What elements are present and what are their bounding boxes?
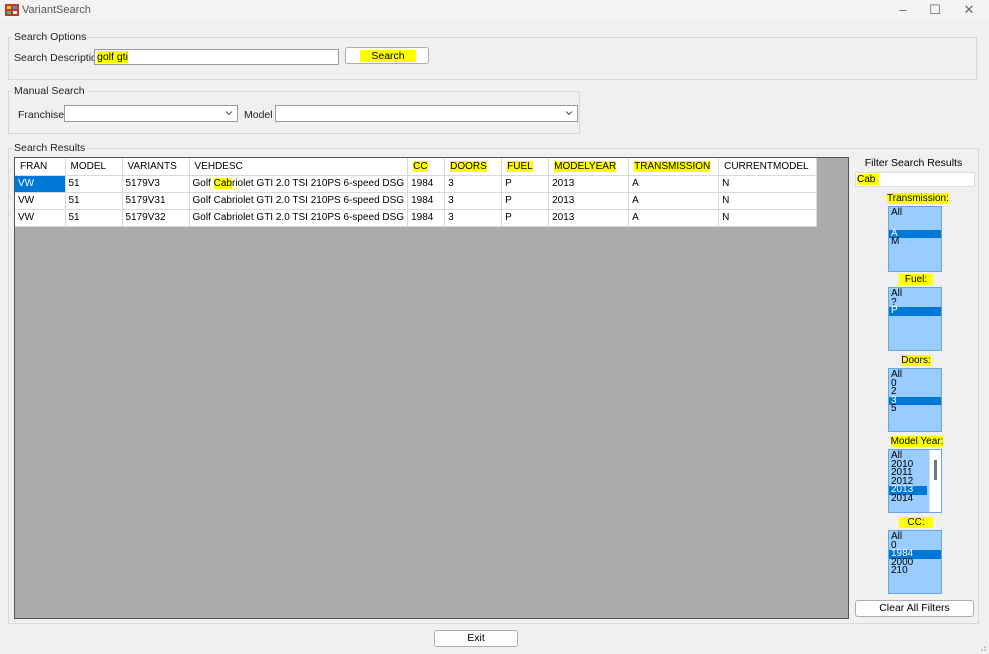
search-match-highlight: Cab — [213, 178, 232, 189]
table-cell[interactable]: 1984 — [407, 175, 446, 193]
filter-text-value: Cab — [857, 174, 880, 185]
close-button[interactable]: ✕ — [952, 0, 986, 20]
search-results-label: Search Results — [12, 142, 88, 154]
fuel-label: Fuel: — [887, 274, 945, 285]
model-label: Model — [244, 109, 273, 121]
search-options-label: Search Options — [12, 31, 89, 43]
search-button[interactable]: Search — [345, 47, 429, 64]
filter-text-input[interactable]: Cab — [855, 172, 975, 187]
search-description-label: Search Description — [14, 52, 103, 64]
table-cell[interactable]: 2013 — [548, 175, 630, 193]
minimize-button[interactable]: – — [886, 0, 920, 20]
franchise-label: Franchise — [18, 109, 65, 121]
model-dropdown[interactable] — [275, 105, 578, 122]
model-year-listbox[interactable]: All 2010 2011 2012 2013 2014 — [888, 449, 942, 513]
cc-label: CC: — [887, 517, 945, 528]
table-cell[interactable]: 3 — [444, 175, 503, 193]
search-button-label: Search — [360, 50, 416, 62]
cc-listbox[interactable]: All 0 1984 2000 210 — [888, 530, 942, 594]
table-cell[interactable]: VW — [15, 175, 66, 193]
table-cell[interactable]: A — [628, 175, 720, 193]
column-header[interactable]: TRANSMISSION — [628, 158, 720, 176]
fuel-listbox[interactable]: All ? P — [888, 287, 942, 351]
table-cell[interactable]: 1984 — [407, 192, 446, 210]
table-cell[interactable]: N — [718, 175, 818, 193]
table-cell[interactable]: 5179V32 — [122, 209, 190, 227]
table-row[interactable]: VW 51 5179V31 Golf Cabriolet GTI 2.0 TSI… — [15, 192, 818, 210]
chevron-down-icon — [225, 111, 233, 116]
filter-title: Filter Search Results — [864, 157, 963, 169]
list-item[interactable]: P — [889, 306, 941, 316]
list-item[interactable]: 2014 — [889, 494, 927, 504]
column-header[interactable]: CC — [407, 158, 446, 176]
resize-grip-icon[interactable] — [978, 643, 987, 652]
model-year-label: Model Year: — [890, 436, 944, 447]
column-header[interactable]: DOORS — [444, 158, 503, 176]
column-header[interactable]: MODEL — [65, 158, 123, 176]
table-row[interactable]: VW 51 5179V3 Golf Cabriolet GTI 2.0 TSI … — [15, 175, 818, 193]
table-cell[interactable]: Golf Cabriolet GTI 2.0 TSI 210PS 6-speed… — [189, 209, 409, 227]
table-cell[interactable]: Golf Cabriolet GTI 2.0 TSI 210PS 6-speed… — [189, 175, 409, 193]
table-cell[interactable]: N — [718, 192, 818, 210]
clear-all-filters-button[interactable]: Clear All Filters — [855, 600, 974, 617]
search-description-input[interactable]: golf gti — [94, 49, 339, 65]
manual-search-label: Manual Search — [12, 85, 87, 97]
list-item[interactable]: All — [889, 208, 941, 218]
title-bar[interactable]: VariantSearch – ☐ ✕ — [0, 0, 989, 20]
table-cell[interactable]: VW — [15, 192, 66, 210]
transmission-listbox[interactable]: All A M — [888, 206, 942, 272]
app-icon — [5, 4, 19, 16]
results-grid[interactable]: FRAN MODEL VARIANTS VEHDESC CC DOORS FUE… — [14, 157, 849, 619]
doors-listbox[interactable]: All 0 2 3 5 — [888, 368, 942, 432]
column-header[interactable]: FRAN — [15, 158, 66, 176]
maximize-button[interactable]: ☐ — [918, 0, 952, 20]
table-cell[interactable]: 51 — [65, 192, 123, 210]
chevron-down-icon — [565, 111, 573, 116]
table-cell[interactable]: P — [501, 175, 550, 193]
table-cell[interactable]: 1984 — [407, 209, 446, 227]
table-cell[interactable]: A — [628, 209, 720, 227]
table-cell[interactable]: VW — [15, 209, 66, 227]
table-cell[interactable]: Golf Cabriolet GTI 2.0 TSI 210PS 6-speed… — [189, 192, 409, 210]
table-cell[interactable]: 5179V3 — [122, 175, 190, 193]
table-header-row: FRAN MODEL VARIANTS VEHDESC CC DOORS FUE… — [15, 158, 818, 176]
doors-label: Doors: — [901, 355, 931, 366]
table-cell[interactable]: 3 — [444, 192, 503, 210]
column-header[interactable]: VARIANTS — [122, 158, 190, 176]
table-cell[interactable]: 51 — [65, 209, 123, 227]
table-cell[interactable]: P — [501, 192, 550, 210]
list-item[interactable]: 5 — [889, 404, 941, 414]
table-cell[interactable]: 2013 — [548, 209, 630, 227]
table-cell[interactable]: N — [718, 209, 818, 227]
list-item[interactable]: 210 — [889, 566, 941, 576]
list-item[interactable]: M — [889, 237, 941, 247]
table-row[interactable]: VW 51 5179V32 Golf Cabriolet GTI 2.0 TSI… — [15, 209, 818, 227]
table-cell[interactable]: A — [628, 192, 720, 210]
table-cell[interactable]: 51 — [65, 175, 123, 193]
model-year-scrollbar[interactable] — [929, 450, 941, 512]
table-cell[interactable]: 2013 — [548, 192, 630, 210]
column-header[interactable]: VEHDESC — [189, 158, 409, 176]
scrollbar-thumb[interactable] — [934, 460, 937, 480]
window-title: VariantSearch — [22, 4, 91, 16]
column-header[interactable]: MODELYEAR — [548, 158, 630, 176]
franchise-dropdown[interactable] — [64, 105, 238, 122]
table-cell[interactable]: 5179V31 — [122, 192, 190, 210]
column-header[interactable]: FUEL — [501, 158, 550, 176]
results-table: FRAN MODEL VARIANTS VEHDESC CC DOORS FUE… — [15, 158, 818, 227]
exit-button[interactable]: Exit — [434, 630, 518, 647]
table-cell[interactable]: 3 — [444, 209, 503, 227]
search-description-value: golf gti — [97, 51, 128, 63]
column-header[interactable]: CURRENTMODEL — [718, 158, 818, 176]
table-cell[interactable]: P — [501, 209, 550, 227]
transmission-label: Transmission: — [887, 193, 949, 204]
